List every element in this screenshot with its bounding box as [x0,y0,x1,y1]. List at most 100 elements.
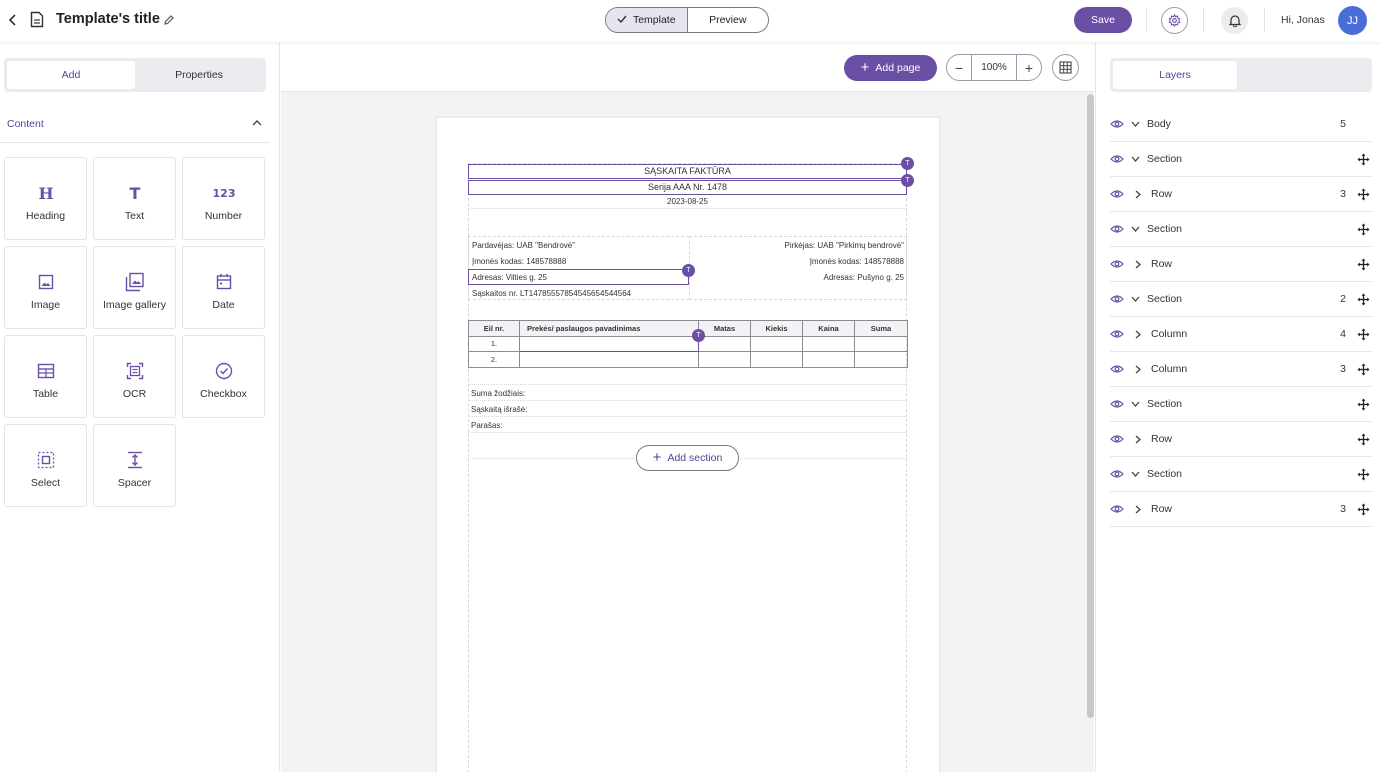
chevron-right-icon[interactable] [1135,190,1147,199]
checkbox-tile[interactable]: Checkbox [182,335,265,418]
layer-row-section[interactable]: Section 2 [1110,282,1372,317]
sum-in-words-label[interactable]: Suma žodžiais: [471,389,525,398]
move-icon[interactable] [1357,328,1370,346]
preview-mode-button[interactable]: Preview [688,8,769,32]
invoice-series[interactable]: Serija AAA Nr. 1478 [468,180,907,195]
column-header[interactable]: Suma [854,320,908,337]
tab-add[interactable]: Add [7,61,135,89]
table-cell[interactable] [519,351,699,368]
signature-label[interactable]: Parašas: [471,421,503,430]
eye-icon[interactable] [1110,469,1126,479]
chevron-down-icon[interactable] [1131,156,1143,162]
layer-row-row[interactable]: Row [1110,247,1372,282]
layer-row-section[interactable]: Section [1110,387,1372,422]
eye-icon[interactable] [1110,189,1126,199]
image-gallery-tile[interactable]: Image gallery [93,246,176,329]
eye-icon[interactable] [1110,224,1126,234]
column-header[interactable]: Kiekis [750,320,803,337]
table-cell[interactable] [802,335,855,352]
select-tile[interactable]: Select [4,424,87,507]
layer-row-column[interactable]: Column 4 [1110,317,1372,352]
column-header[interactable]: Prekės/ paslaugos pavadinimas [519,320,699,337]
zoom-in-button[interactable]: + [1017,55,1041,80]
tab-properties[interactable]: Properties [135,61,263,89]
seller-account[interactable]: Sąskaitos nr. LT1478555785454565454456​4 [472,289,631,298]
seller-code[interactable]: Įmonės kodas: 148578888 [472,257,566,266]
chevron-down-icon[interactable] [1131,121,1143,127]
buyer-address[interactable]: Adresas: Pušyno g. 25 [824,273,905,282]
chevron-right-icon[interactable] [1135,365,1147,374]
table-cell[interactable] [519,335,699,352]
pencil-icon[interactable] [163,13,177,27]
column-header[interactable]: Eil nr. [468,320,520,337]
text-badge[interactable]: T [682,264,695,277]
seller-name[interactable]: Pardavėjas: UAB "Bendrovė" [472,241,575,250]
eye-icon[interactable] [1110,294,1126,304]
layer-row-row[interactable]: Row 3 [1110,492,1372,527]
canvas-scrollbar[interactable] [1087,94,1094,718]
eye-icon[interactable] [1110,434,1126,444]
move-icon[interactable] [1357,223,1370,241]
move-icon[interactable] [1357,363,1370,381]
tab-layers[interactable]: Layers [1113,61,1237,89]
row-number[interactable]: 2. [468,351,520,368]
buyer-code[interactable]: Įmonės kodas: 148578888 [810,257,904,266]
move-icon[interactable] [1357,433,1370,451]
settings-button[interactable] [1161,7,1188,34]
add-section-button[interactable]: + Add section [636,445,739,471]
text-badge[interactable]: T [901,174,914,187]
layer-row-section[interactable]: Section [1110,212,1372,247]
eye-icon[interactable] [1110,329,1126,339]
chevron-right-icon[interactable] [1135,330,1147,339]
ocr-tile[interactable]: OCR [93,335,176,418]
buyer-name[interactable]: Pirkėjas: UAB "Pirkimų bendrovė" [785,241,905,250]
column-header[interactable]: Matas [698,320,751,337]
invoice-title[interactable]: SĄSKAITA FAKTŪRA [468,164,907,179]
notifications-button[interactable] [1221,7,1248,34]
eye-icon[interactable] [1110,259,1126,269]
heading-tile[interactable]: H Heading [4,157,87,240]
table-cell[interactable] [698,335,751,352]
invoice-date[interactable]: 2023-08-25 [468,197,907,206]
text-badge[interactable]: T [692,329,705,342]
table-cell[interactable] [854,351,908,368]
chevron-down-icon[interactable] [1131,296,1143,302]
chevron-down-icon[interactable] [1131,471,1143,477]
content-section-toggle[interactable]: Content [0,106,270,143]
column-header[interactable]: Kaina [802,320,855,337]
add-page-button[interactable]: + Add page [844,55,937,81]
table-cell[interactable] [750,335,803,352]
seller-address[interactable]: Adresas: Vilties g. 25 [472,273,547,282]
table-cell[interactable] [750,351,803,368]
chevron-down-icon[interactable] [1131,226,1143,232]
eye-icon[interactable] [1110,504,1126,514]
layer-row-body[interactable]: Body 5 [1110,107,1372,142]
eye-icon[interactable] [1110,119,1126,129]
chevron-right-icon[interactable] [1135,260,1147,269]
layer-row-column[interactable]: Column 3 [1110,352,1372,387]
layer-row-section[interactable]: Section [1110,142,1372,177]
table-cell[interactable] [698,351,751,368]
move-icon[interactable] [1357,188,1370,206]
layer-row-section[interactable]: Section [1110,457,1372,492]
table-cell[interactable] [802,351,855,368]
move-icon[interactable] [1357,398,1370,416]
save-button[interactable]: Save [1074,7,1132,33]
chevron-right-icon[interactable] [1135,435,1147,444]
layer-row-row[interactable]: Row 3 [1110,177,1372,212]
chevron-down-icon[interactable] [1131,401,1143,407]
move-icon[interactable] [1357,153,1370,171]
layer-row-row[interactable]: Row [1110,422,1372,457]
template-mode-button[interactable]: Template [606,8,688,32]
table-tile[interactable]: Table [4,335,87,418]
number-tile[interactable]: 123 Number [182,157,265,240]
back-arrow-icon[interactable] [4,11,22,29]
avatar[interactable]: JJ [1338,6,1367,35]
chevron-right-icon[interactable] [1135,505,1147,514]
text-badge[interactable]: T [901,157,914,170]
row-number[interactable]: 1. [468,335,520,352]
image-tile[interactable]: Image [4,246,87,329]
move-icon[interactable] [1357,503,1370,521]
issued-by-label[interactable]: Sąskaitą išrašė: [471,405,527,414]
move-icon[interactable] [1357,258,1370,276]
